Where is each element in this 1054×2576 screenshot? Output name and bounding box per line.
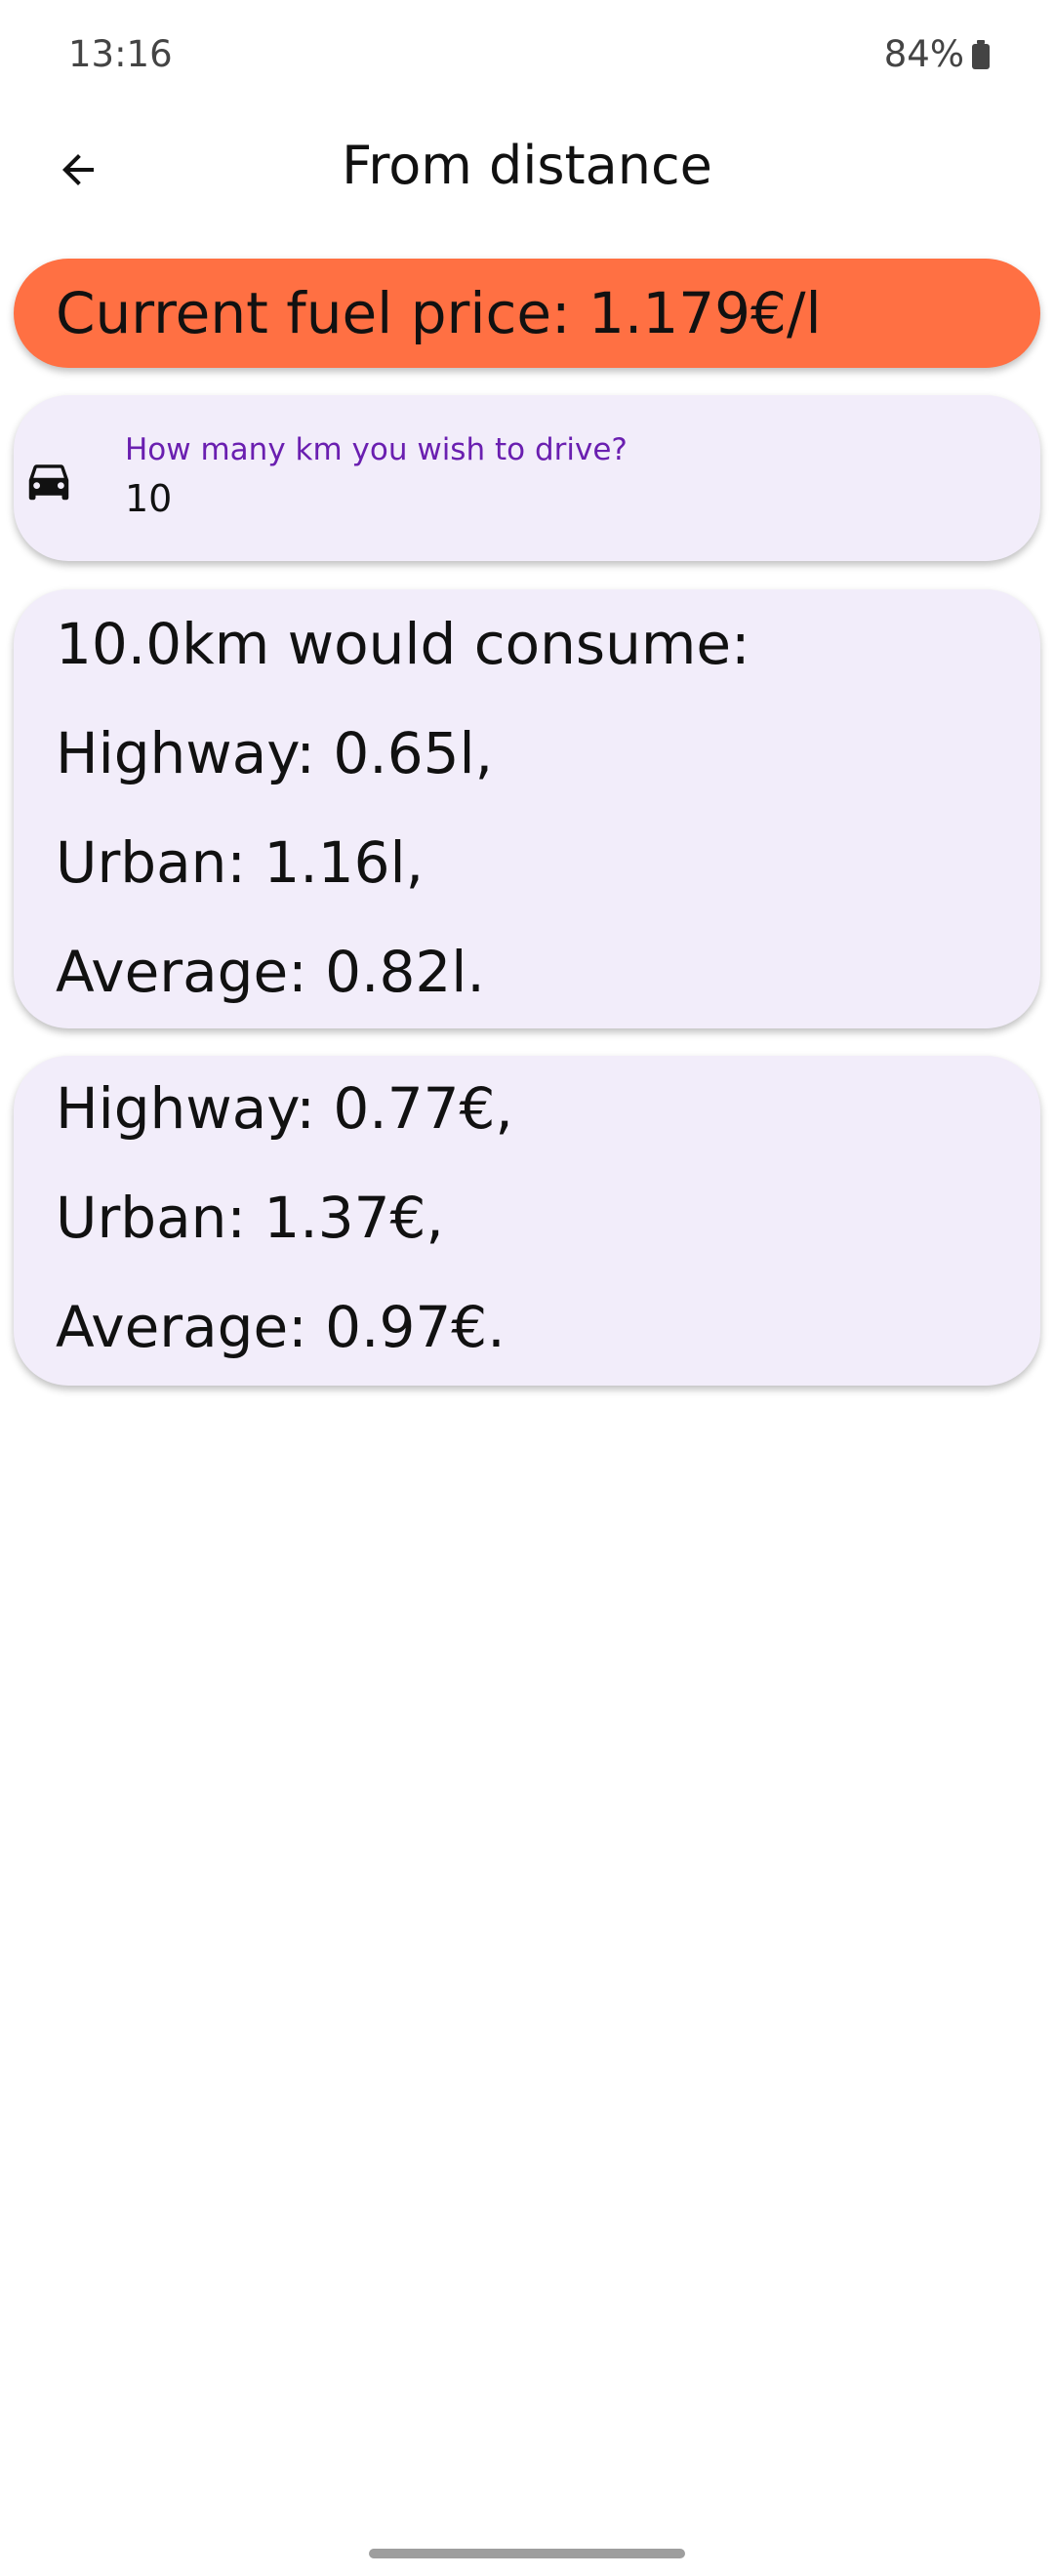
distance-input[interactable]	[125, 477, 964, 520]
fuel-price-text: Current fuel price: 1.179€/l	[56, 280, 822, 346]
car-icon	[28, 464, 69, 501]
fuel-price-banner: Current fuel price: 1.179€/l	[14, 259, 1040, 368]
distance-input-card[interactable]: How many km you wish to drive?	[14, 395, 1040, 561]
status-time: 13:16	[68, 33, 173, 75]
consumption-highway: Highway: 0.65l,	[56, 720, 494, 786]
status-bar: 13:16 84%	[0, 0, 1054, 107]
battery-percentage: 84%	[883, 33, 964, 75]
cost-urban: Urban: 1.37€,	[56, 1185, 444, 1251]
consumption-average: Average: 0.82l.	[56, 939, 485, 1005]
consumption-urban: Urban: 1.16l,	[56, 829, 425, 896]
cost-highway: Highway: 0.77€,	[56, 1075, 513, 1142]
page-title: From distance	[342, 135, 712, 196]
battery-icon	[972, 39, 990, 69]
consumption-header: 10.0km would consume:	[56, 611, 750, 677]
cost-average: Average: 0.97€.	[56, 1294, 506, 1360]
home-indicator[interactable]	[369, 2549, 685, 2558]
app-bar: From distance	[0, 107, 1054, 234]
status-right: 84%	[884, 33, 990, 75]
distance-field-label: How many km you wish to drive?	[125, 432, 628, 467]
cost-card: Highway: 0.77€, Urban: 1.37€, Average: 0…	[14, 1056, 1040, 1386]
consumption-card: 10.0km would consume: Highway: 0.65l, Ur…	[14, 589, 1040, 1028]
